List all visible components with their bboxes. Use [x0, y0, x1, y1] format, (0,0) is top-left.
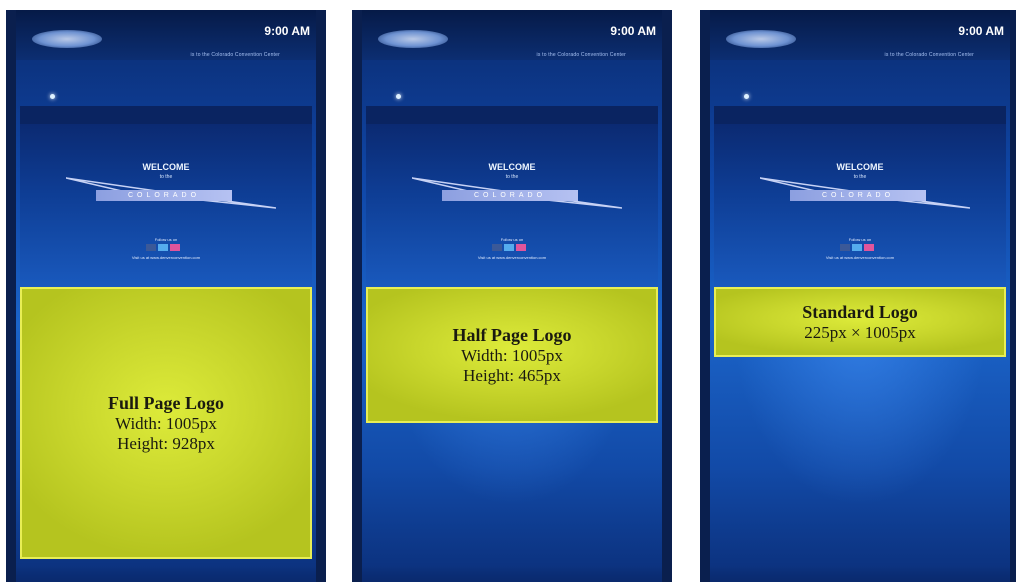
logo-placeholder-half: Half Page Logo Width: 1005px Height: 465… [366, 287, 658, 423]
logo-width: Width: 1005px [461, 345, 563, 365]
facebook-icon[interactable] [840, 244, 850, 251]
logo-placeholder-full: Full Page Logo Width: 1005px Height: 928… [20, 287, 312, 559]
logo-placeholder-standard: Standard Logo 225px × 1005px [714, 287, 1006, 357]
screen: 9:00 AM is to the Colorado Convention Ce… [362, 10, 662, 582]
logo-height: Height: 465px [463, 365, 561, 385]
flickr-icon[interactable] [516, 244, 526, 251]
visit-text: Visit us at www.denverconvention.com [477, 255, 547, 260]
indicator-dot-icon [744, 94, 749, 99]
status-bar: 9:00 AM is to the Colorado Convention Ce… [710, 10, 1010, 60]
screen: 9:00 AM is to the Colorado Convention Ce… [710, 10, 1010, 582]
facebook-icon[interactable] [492, 244, 502, 251]
cloud-logo-icon [32, 30, 102, 48]
social-icons [492, 244, 526, 251]
screen: 9:00 AM is to the Colorado Convention Ce… [16, 10, 316, 582]
welcome-panel: WELCOME to the COLORADO Follow us on Vis… [714, 106, 1006, 294]
social-icons [146, 244, 180, 251]
facebook-icon[interactable] [146, 244, 156, 251]
welcome-panel: WELCOME to the COLORADO Follow us on Vis… [366, 106, 658, 294]
welcome-title: WELCOME [836, 162, 884, 172]
welcome-sub: to the [505, 174, 519, 180]
follow-text: Follow us on [848, 237, 872, 242]
colorado-banner: COLORADO [442, 190, 578, 201]
bottom-edge [362, 566, 662, 582]
status-bar: 9:00 AM is to the Colorado Convention Ce… [16, 10, 316, 60]
logo-title: Standard Logo [802, 301, 918, 322]
colorado-banner: COLORADO [96, 190, 232, 201]
status-subtitle: is to the Colorado Convention Center [190, 52, 280, 58]
flickr-icon[interactable] [170, 244, 180, 251]
visit-text: Visit us at www.denverconvention.com [825, 255, 895, 260]
status-subtitle: is to the Colorado Convention Center [884, 52, 974, 58]
flickr-icon[interactable] [864, 244, 874, 251]
status-bar: 9:00 AM is to the Colorado Convention Ce… [362, 10, 662, 60]
indicator-dot-icon [50, 94, 55, 99]
cloud-logo-icon [726, 30, 796, 48]
welcome-sub: to the [853, 174, 867, 180]
phone-mockup-full-page: 9:00 AM is to the Colorado Convention Ce… [6, 10, 326, 582]
social-icons [840, 244, 874, 251]
visit-text: Visit us at www.denverconvention.com [131, 255, 201, 260]
cloud-logo-icon [378, 30, 448, 48]
twitter-icon[interactable] [504, 244, 514, 251]
logo-height: Height: 928px [117, 433, 215, 453]
status-time: 9:00 AM [264, 24, 310, 38]
colorado-banner: COLORADO [790, 190, 926, 201]
logo-title: Half Page Logo [452, 324, 572, 345]
phone-mockup-half-page: 9:00 AM is to the Colorado Convention Ce… [352, 10, 672, 582]
welcome-title: WELCOME [488, 162, 536, 172]
indicator-dot-icon [396, 94, 401, 99]
twitter-icon[interactable] [158, 244, 168, 251]
welcome-sub: to the [159, 174, 173, 180]
follow-text: Follow us on [154, 237, 178, 242]
status-time: 9:00 AM [958, 24, 1004, 38]
twitter-icon[interactable] [852, 244, 862, 251]
bottom-edge [710, 566, 1010, 582]
phone-mockup-standard: 9:00 AM is to the Colorado Convention Ce… [700, 10, 1016, 582]
logo-title: Full Page Logo [108, 392, 224, 413]
logo-width: Width: 1005px [115, 413, 217, 433]
welcome-title: WELCOME [142, 162, 190, 172]
status-time: 9:00 AM [610, 24, 656, 38]
bottom-edge [16, 566, 316, 582]
logo-dimensions: 225px × 1005px [804, 322, 916, 342]
follow-text: Follow us on [500, 237, 524, 242]
welcome-panel: WELCOME to the COLORADO Follow us on Vis… [20, 106, 312, 294]
status-subtitle: is to the Colorado Convention Center [536, 52, 626, 58]
